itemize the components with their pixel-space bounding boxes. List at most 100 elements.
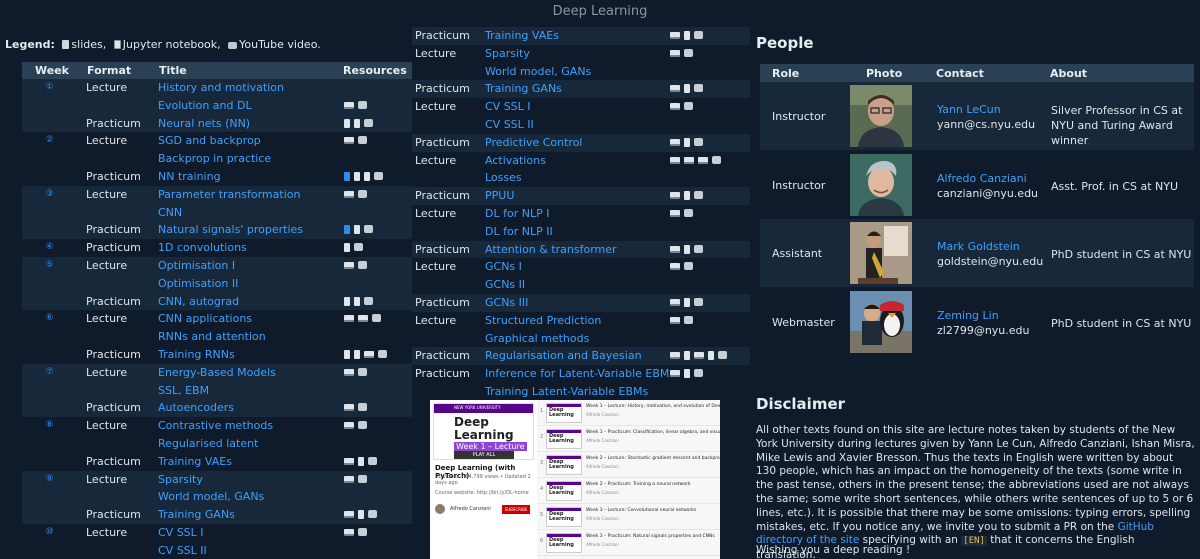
row-title-link[interactable]: CV SSL I bbox=[485, 98, 531, 116]
notebook-icon[interactable] bbox=[684, 31, 690, 40]
row-title-link[interactable]: Activations bbox=[485, 152, 546, 170]
notebook-icon[interactable] bbox=[354, 118, 360, 128]
row-title-link[interactable]: Evolution and DL bbox=[158, 97, 252, 115]
notebook-icon[interactable] bbox=[684, 369, 690, 379]
slides-icon[interactable] bbox=[684, 156, 694, 164]
youtube-icon[interactable] bbox=[358, 527, 367, 536]
list-item[interactable]: 3 Deep Learning Week 2 – Lecture: Stochast… bbox=[538, 452, 720, 478]
slides-icon[interactable] bbox=[670, 192, 680, 200]
slides-icon[interactable] bbox=[344, 422, 354, 430]
slides-icon[interactable] bbox=[694, 352, 704, 360]
list-item[interactable]: 1 Deep Learning Week 1 – Lecture: History,… bbox=[538, 400, 720, 426]
row-title-link[interactable]: Graphical methods bbox=[485, 330, 589, 348]
play-all-button[interactable]: PLAY ALL bbox=[454, 451, 514, 459]
youtube-icon[interactable] bbox=[694, 369, 703, 378]
notebook-icon[interactable] bbox=[684, 351, 690, 361]
row-title-link[interactable]: Attention & transformer bbox=[485, 241, 617, 259]
row-title-link[interactable]: Structured Prediction bbox=[485, 312, 601, 330]
row-title-link[interactable]: GCNs I bbox=[485, 258, 522, 276]
slides-icon[interactable] bbox=[670, 156, 680, 164]
row-title-link[interactable]: NN training bbox=[158, 168, 221, 186]
youtube-icon[interactable] bbox=[364, 225, 373, 234]
slides-icon[interactable] bbox=[344, 457, 354, 465]
slides-icon[interactable] bbox=[344, 511, 354, 519]
slides-icon[interactable] bbox=[670, 316, 680, 324]
row-title-link[interactable]: CV SSL II bbox=[158, 542, 207, 559]
row-title-link[interactable]: Neural nets (NN) bbox=[158, 115, 250, 133]
youtube-icon[interactable] bbox=[358, 100, 367, 109]
slides-icon[interactable] bbox=[344, 261, 354, 269]
row-title-link[interactable]: 1D convolutions bbox=[158, 239, 247, 257]
slides-icon[interactable] bbox=[364, 350, 374, 358]
row-title-link[interactable]: Training VAEs bbox=[158, 453, 232, 471]
slides-icon[interactable] bbox=[670, 103, 680, 111]
youtube-playlist-preview[interactable]: NEW YORK UNIVERSITY Deep Learning Week 1… bbox=[430, 400, 720, 559]
playlist-thumbnail[interactable]: NEW YORK UNIVERSITY Deep Learning Week 1… bbox=[433, 403, 534, 460]
youtube-icon[interactable] bbox=[684, 208, 693, 217]
row-title-link[interactable]: CV SSL I bbox=[158, 524, 204, 542]
row-title-link[interactable]: RNNs and attention bbox=[158, 328, 266, 346]
row-title-link[interactable]: Training GANs bbox=[158, 506, 235, 524]
row-title-link[interactable]: Natural signals' properties bbox=[158, 221, 303, 239]
row-title-link[interactable]: Inference for Latent-Variable EBMs bbox=[485, 365, 675, 383]
youtube-icon[interactable] bbox=[358, 367, 367, 376]
row-title-link[interactable]: Sparsity bbox=[158, 471, 203, 489]
row-title-link[interactable]: CNN applications bbox=[158, 310, 252, 328]
row-title-link[interactable]: Losses bbox=[485, 169, 522, 187]
youtube-icon[interactable] bbox=[694, 191, 703, 200]
row-title-link[interactable]: World model, GANs bbox=[158, 488, 264, 506]
slides-icon[interactable] bbox=[344, 368, 354, 376]
notebook-icon[interactable] bbox=[358, 456, 364, 466]
list-item[interactable]: 2 Deep Learning Week 1 – Practicum: Classi… bbox=[538, 426, 720, 452]
slides-icon[interactable] bbox=[670, 245, 680, 253]
notebook-icon[interactable] bbox=[344, 118, 350, 128]
notebook-icon[interactable] bbox=[358, 510, 364, 520]
youtube-icon[interactable] bbox=[694, 137, 703, 146]
youtube-icon[interactable] bbox=[694, 31, 703, 39]
row-title-link[interactable]: Regularisation and Bayesian bbox=[485, 347, 642, 365]
slides-icon[interactable] bbox=[344, 190, 354, 198]
notebook-icon[interactable] bbox=[684, 137, 690, 147]
row-title-link[interactable]: CNN bbox=[158, 204, 182, 222]
slides-icon[interactable] bbox=[670, 49, 680, 57]
row-title-link[interactable]: PPUU bbox=[485, 187, 514, 205]
slides-icon[interactable] bbox=[670, 298, 680, 306]
youtube-icon[interactable] bbox=[358, 403, 367, 412]
youtube-icon[interactable] bbox=[364, 118, 373, 127]
row-title-link[interactable]: Parameter transformation bbox=[158, 186, 300, 204]
youtube-icon[interactable] bbox=[684, 102, 693, 111]
row-title-link[interactable]: Predictive Control bbox=[485, 134, 582, 152]
youtube-icon[interactable] bbox=[358, 421, 367, 430]
slides-icon[interactable] bbox=[670, 138, 680, 146]
notebook-icon[interactable] bbox=[708, 351, 714, 361]
notebook-icon[interactable] bbox=[344, 225, 350, 235]
slides-icon[interactable] bbox=[670, 85, 680, 93]
row-title-link[interactable]: History and motivation bbox=[158, 79, 284, 97]
slides-icon[interactable] bbox=[698, 156, 708, 164]
row-title-link[interactable]: Energy-Based Models bbox=[158, 364, 276, 382]
slides-icon[interactable] bbox=[670, 209, 680, 217]
row-title-link[interactable]: Sparsity bbox=[485, 45, 530, 63]
person-name-link[interactable]: Yann LeCun bbox=[937, 103, 1001, 116]
slides-icon[interactable] bbox=[670, 370, 680, 378]
slides-icon[interactable] bbox=[344, 101, 354, 109]
notebook-icon[interactable] bbox=[684, 84, 690, 94]
notebook-icon[interactable] bbox=[344, 171, 350, 181]
youtube-icon[interactable] bbox=[372, 314, 381, 323]
list-item[interactable]: 6 Deep Learning Week 3 – Practicum: Natura… bbox=[538, 530, 720, 556]
slides-icon[interactable] bbox=[670, 32, 680, 39]
row-title-link[interactable]: Autoencoders bbox=[158, 399, 234, 417]
youtube-icon[interactable] bbox=[358, 260, 367, 269]
slides-icon[interactable] bbox=[358, 315, 368, 323]
slides-icon[interactable] bbox=[344, 528, 354, 536]
subscribe-button[interactable]: SUBSCRIBE bbox=[502, 505, 530, 514]
notebook-icon[interactable] bbox=[354, 349, 360, 359]
youtube-icon[interactable] bbox=[364, 296, 373, 305]
notebook-icon[interactable] bbox=[344, 243, 350, 253]
notebook-icon[interactable] bbox=[354, 171, 360, 181]
slides-icon[interactable] bbox=[344, 404, 354, 412]
row-title-link[interactable]: CNN, autograd bbox=[158, 293, 239, 311]
row-title-link[interactable]: Contrastive methods bbox=[158, 417, 273, 435]
row-title-link[interactable]: Training Latent-Variable EBMs bbox=[485, 383, 648, 401]
notebook-icon[interactable] bbox=[364, 171, 370, 181]
